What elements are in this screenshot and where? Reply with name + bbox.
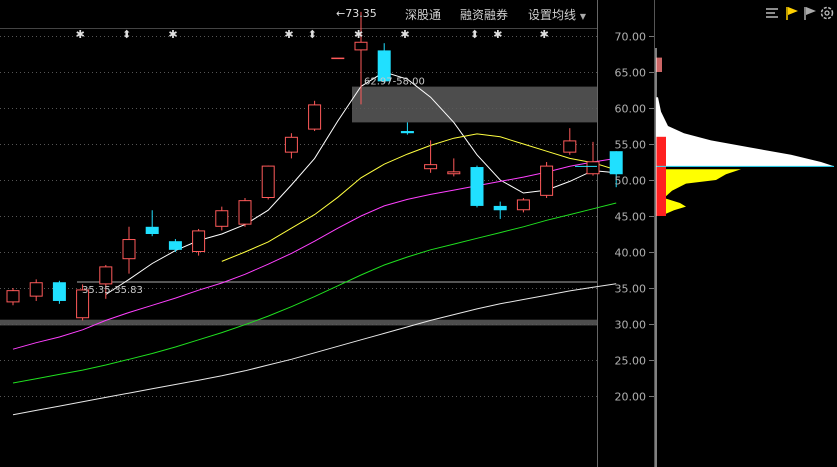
ma-line: [12, 283, 617, 416]
event-marker: ✱: [400, 28, 409, 41]
y-tick-label: 40.00: [615, 247, 647, 260]
event-marker: ✱: [540, 28, 549, 41]
profile-current-band: [656, 169, 741, 215]
candle-body: [52, 282, 66, 301]
event-marker: ✱: [284, 28, 293, 41]
candle-body: [238, 200, 252, 225]
high-price-label: ←73.35: [336, 7, 377, 20]
resistance-zone: [352, 86, 597, 123]
event-marker: ⬍: [308, 28, 317, 41]
zone-label: 62.97-58.00: [364, 77, 425, 88]
candle-body: [447, 171, 461, 175]
profile-red-top: [656, 57, 662, 72]
y-tick-label: 70.00: [615, 31, 647, 44]
event-marker: ✱: [168, 28, 177, 41]
candle-body: [609, 151, 623, 175]
ref-line-label: 35.35-35.83: [82, 285, 143, 296]
event-marker: ✱: [76, 28, 85, 41]
candle-body: [540, 165, 554, 196]
profile-profit-band: [656, 97, 834, 167]
candle-body: [470, 167, 484, 206]
set-ma-button[interactable]: 设置均线 ▼: [528, 6, 586, 24]
y-tick-label: 20.00: [615, 391, 647, 404]
y-tick-label: 35.00: [615, 283, 647, 296]
candle-body: [331, 57, 345, 60]
candle-body: [145, 226, 159, 234]
candle-body: [424, 164, 438, 170]
chevron-down-icon: ▼: [579, 12, 586, 21]
candle-body: [215, 210, 229, 227]
candle-body: [516, 199, 530, 211]
margin-trading-button[interactable]: 融资融券: [460, 6, 508, 24]
y-tick-label: 25.00: [615, 355, 647, 368]
candle-body: [122, 239, 136, 260]
y-tick-label: 60.00: [615, 103, 647, 116]
price-axis: 70.00 65.00 60.00 55.00 50.00 45.00 40.00 35.00…: [615, 31, 654, 404]
settings-icon[interactable]: [819, 5, 835, 21]
candle-body: [284, 136, 298, 153]
price-chart: ←73.35 62.97-58.00 35.35-35.83 ✱ ⬍ ✱ ✱ ⬍ ✱ ✱ ⬍ ✱ ✱ 7…: [0, 0, 834, 467]
profile-red-edge: [656, 136, 666, 216]
y-tick-label: 55.00: [615, 139, 647, 152]
candlesticks: [6, 11, 623, 321]
candle-body: [354, 41, 368, 51]
candle-body: [308, 104, 322, 130]
list-icon[interactable]: [764, 5, 780, 21]
y-tick-label: 30.00: [615, 319, 647, 332]
candle-body: [493, 205, 507, 211]
event-marker: ⬍: [122, 28, 131, 41]
y-tick-label: 50.00: [615, 175, 647, 188]
flag-yellow-icon[interactable]: [784, 5, 800, 21]
candle-body: [563, 140, 577, 153]
event-marker: ⬍: [470, 28, 479, 41]
candle-body: [400, 131, 414, 134]
candle-body: [192, 230, 206, 252]
candle-body: [168, 241, 182, 250]
candle-body: [99, 266, 113, 285]
candle-body: [586, 161, 600, 175]
ma-line: [221, 133, 617, 262]
candle-body: [29, 282, 43, 297]
candle-body: [6, 290, 20, 303]
y-tick-label: 45.00: [615, 211, 647, 224]
y-tick-label: 65.00: [615, 67, 647, 80]
shenzhen-connect-button[interactable]: 深股通: [405, 6, 441, 24]
event-marker: ✱: [493, 28, 502, 41]
grid: [0, 0, 655, 467]
set-ma-label: 设置均线: [528, 8, 577, 22]
event-marker: ✱: [354, 28, 363, 41]
candle-body: [261, 165, 275, 199]
flag-gray-icon[interactable]: [802, 5, 818, 21]
support-zone: [0, 319, 597, 326]
